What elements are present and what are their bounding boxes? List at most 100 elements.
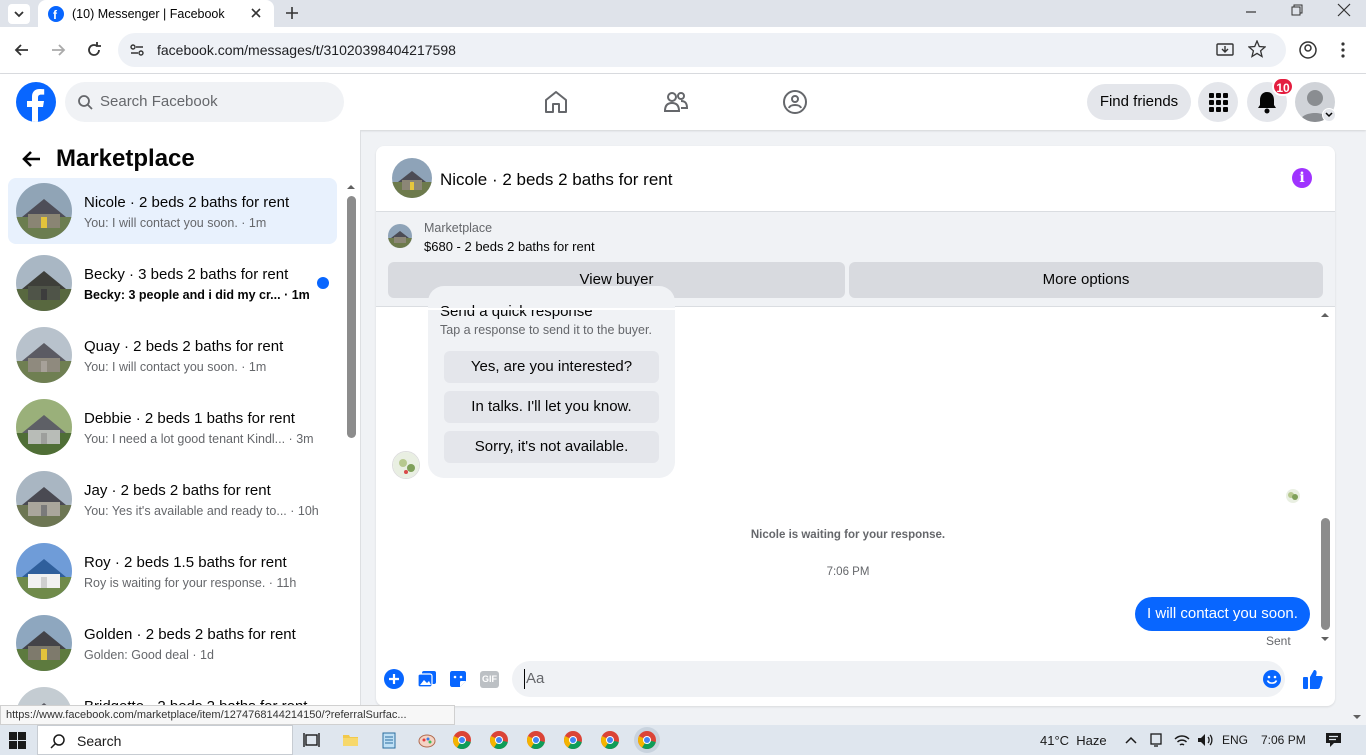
chat-header-avatar[interactable]: [392, 158, 432, 198]
facebook-top-nav: Search Facebook Find friends 10: [0, 74, 1366, 130]
quick-response-button[interactable]: In talks. I'll let you know.: [444, 391, 659, 423]
restore-window-icon[interactable]: [1290, 2, 1304, 18]
listing-thumbnail[interactable]: [388, 224, 412, 248]
facebook-favicon-icon: f: [48, 6, 64, 22]
chrome-taskbar-icon[interactable]: [527, 731, 545, 749]
conversation-item[interactable]: Bridgette · 2 beds 2 baths for rent: [8, 682, 337, 707]
chrome-taskbar-icon[interactable]: [564, 731, 582, 749]
sidebar-scrollbar-thumb[interactable]: [347, 196, 356, 438]
facebook-search-input[interactable]: Search Facebook: [65, 82, 344, 122]
menu-grid-button[interactable]: [1198, 82, 1238, 122]
search-placeholder: Search Facebook: [100, 93, 218, 110]
conversation-avatar: [16, 399, 72, 455]
conversation-avatar: [16, 327, 72, 383]
site-info-icon[interactable]: [128, 42, 146, 58]
minimize-window-icon[interactable]: [1244, 4, 1258, 20]
conversation-item[interactable]: Quay · 2 beds 2 baths for rent You: I wil…: [8, 322, 337, 388]
reload-icon[interactable]: [84, 40, 104, 60]
listing-price: $680 - 2 beds 2 baths for rent: [424, 239, 595, 254]
browser-tab-bar: f (10) Messenger | Facebook: [0, 0, 1366, 27]
account-chevron-icon[interactable]: [1322, 108, 1336, 122]
conversation-title: Jay · 2 beds 2 baths for rent: [84, 482, 271, 499]
chrome-taskbar-icon[interactable]: [638, 731, 656, 749]
tray-chevron-icon[interactable]: [1124, 734, 1138, 746]
volume-icon[interactable]: [1196, 732, 1214, 748]
unread-dot: [317, 277, 329, 289]
forward-arrow-icon[interactable]: [48, 41, 68, 59]
taskbar-search[interactable]: Search: [37, 725, 293, 755]
conversation-sidebar: Marketplace Nicole · 2 beds 2 baths for …: [0, 130, 361, 707]
paint-icon[interactable]: [418, 731, 436, 749]
url-field[interactable]: facebook.com/messages/t/3102039840421759…: [118, 33, 1286, 67]
sticker-icon[interactable]: [448, 669, 468, 689]
chrome-taskbar-icon[interactable]: [453, 731, 471, 749]
bookmark-star-icon[interactable]: [1248, 40, 1266, 58]
text-cursor: [524, 669, 525, 689]
emoji-icon[interactable]: [1262, 669, 1282, 689]
message-timestamp: 7:06 PM: [826, 566, 870, 578]
back-arrow-icon[interactable]: [12, 41, 32, 59]
like-thumb-icon[interactable]: [1302, 668, 1324, 690]
tab-search-button[interactable]: [8, 4, 30, 24]
chrome-taskbar-icon[interactable]: [601, 731, 619, 749]
browser-tab[interactable]: f (10) Messenger | Facebook: [38, 0, 274, 27]
file-explorer-icon[interactable]: [342, 732, 359, 748]
windows-start-icon[interactable]: [9, 732, 26, 749]
wifi-icon[interactable]: [1173, 732, 1191, 748]
taskbar-search-icon: [50, 733, 66, 749]
conversation-item[interactable]: Roy · 2 beds 1.5 baths for rent Roy is wa…: [8, 538, 337, 604]
device-icon[interactable]: [1148, 732, 1164, 748]
conversation-item[interactable]: Debbie · 2 beds 1 baths for rent You: I n…: [8, 394, 337, 460]
find-friends-button[interactable]: Find friends: [1087, 84, 1191, 120]
message-input-placeholder: Aa: [526, 670, 545, 687]
system-clock[interactable]: 7:06 PM: [1261, 733, 1306, 747]
sent-message-bubble[interactable]: I will contact you soon.: [1135, 597, 1310, 631]
quick-response-title: Send a quick response: [440, 303, 593, 320]
close-window-icon[interactable]: [1336, 2, 1352, 18]
chat-scroll-down-icon[interactable]: [1320, 634, 1330, 644]
input-language[interactable]: ENG: [1222, 733, 1248, 747]
tab-close-icon[interactable]: [248, 5, 264, 21]
new-tab-icon[interactable]: [284, 5, 300, 21]
back-arrow-icon[interactable]: [20, 148, 44, 170]
conversation-item[interactable]: Golden · 2 beds 2 baths for rent Golden: …: [8, 610, 337, 676]
chat-scroll-up-icon[interactable]: [1320, 310, 1330, 320]
weather-text[interactable]: 41°C Haze: [1040, 733, 1107, 748]
chat-scrollbar-thumb[interactable]: [1321, 518, 1330, 630]
conversation-title: Becky · 3 beds 2 baths for rent: [84, 266, 289, 283]
conversation-avatar: [16, 471, 72, 527]
install-app-icon[interactable]: [1216, 41, 1234, 59]
conversation-avatar: [16, 255, 72, 311]
windows-taskbar: Search 41°C Haze ENG 7:06 PM: [0, 725, 1366, 755]
quick-response-button[interactable]: Yes, are you interested?: [444, 351, 659, 383]
browser-menu-icon[interactable]: [1336, 40, 1350, 60]
add-attachment-icon[interactable]: [384, 669, 404, 689]
read-receipt-avatar: [1286, 489, 1300, 503]
notepad-icon[interactable]: [381, 731, 397, 749]
friends-icon[interactable]: [663, 89, 689, 115]
quick-response-button[interactable]: Sorry, it's not available.: [444, 431, 659, 463]
profile-icon[interactable]: [1298, 40, 1318, 60]
photo-icon[interactable]: [417, 669, 437, 689]
conversation-title: Debbie · 2 beds 1 baths for rent: [84, 410, 295, 427]
page-scroll-down-icon[interactable]: [1352, 712, 1362, 722]
more-options-button[interactable]: More options: [849, 262, 1323, 298]
message-input[interactable]: Aa: [512, 661, 1285, 697]
conversation-preview: You: Yes it's available and ready to... …: [84, 504, 319, 518]
notification-center-icon[interactable]: [1325, 732, 1342, 748]
task-view-icon[interactable]: [303, 732, 320, 748]
facebook-logo-icon[interactable]: [16, 82, 56, 122]
sender-avatar[interactable]: [392, 451, 420, 479]
gif-icon[interactable]: GIF: [480, 671, 499, 688]
conversation-preview: Becky: 3 people and i did my cr... · 1m: [84, 288, 310, 302]
chrome-taskbar-icon[interactable]: [490, 731, 508, 749]
conversation-item[interactable]: Jay · 2 beds 2 baths for rent You: Yes it…: [8, 466, 337, 532]
conversation-item[interactable]: Becky · 3 beds 2 baths for rent Becky: 3 …: [8, 250, 337, 316]
scroll-up-icon[interactable]: [346, 182, 356, 192]
home-icon[interactable]: [543, 89, 569, 115]
conversation-preview: Golden: Good deal · 1d: [84, 648, 214, 662]
groups-icon[interactable]: [782, 89, 808, 115]
info-icon[interactable]: i: [1292, 168, 1312, 188]
quick-response-card: Yes, are you interested? In talks. I'll …: [428, 286, 675, 478]
conversation-item[interactable]: Nicole · 2 beds 2 baths for rent You: I w…: [8, 178, 337, 244]
